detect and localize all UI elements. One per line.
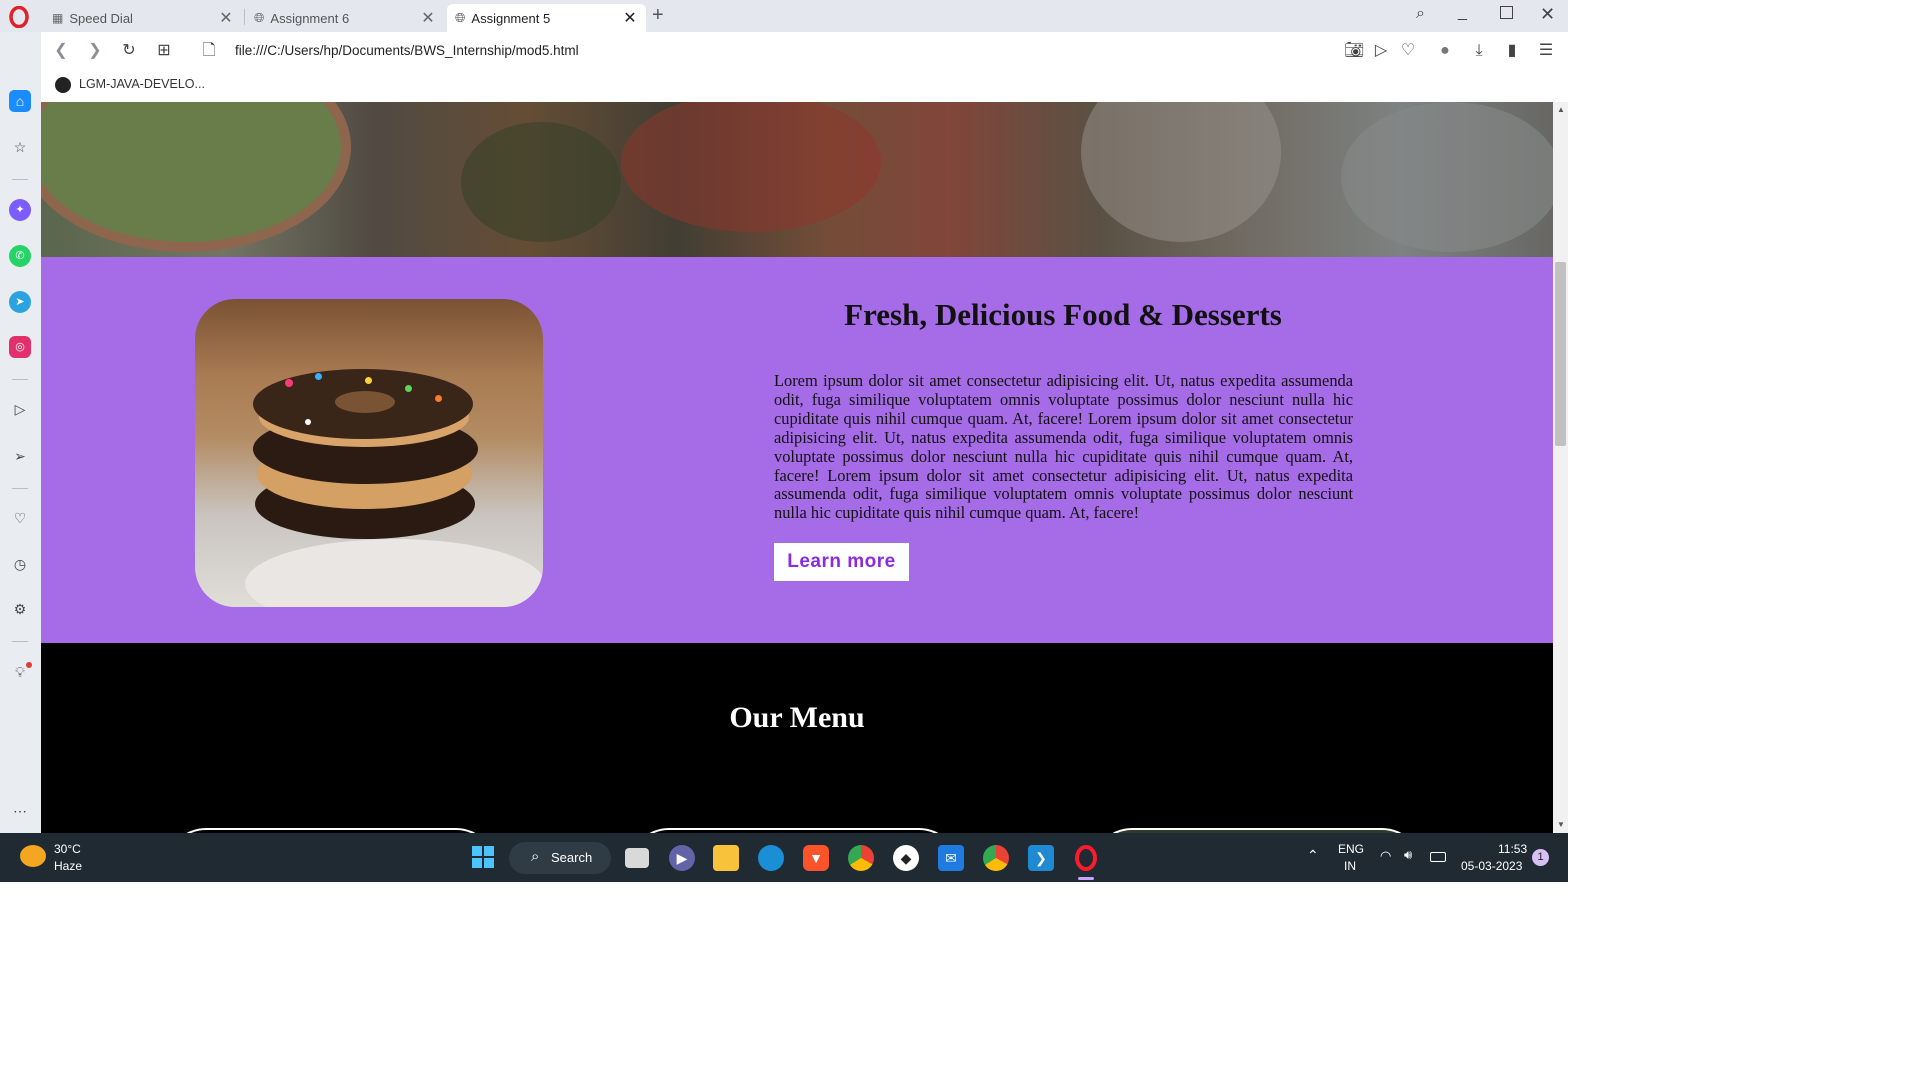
taskbar-search[interactable]: ⌕ Search bbox=[509, 842, 611, 874]
menu-section: Our Menu bbox=[41, 643, 1553, 833]
edge-icon[interactable] bbox=[758, 845, 784, 871]
battery-icon[interactable] bbox=[1430, 852, 1446, 862]
menu-title: Our Menu bbox=[729, 701, 865, 734]
instagram-icon[interactable]: ◎ bbox=[9, 336, 31, 358]
sidebar-divider bbox=[12, 641, 28, 642]
more-icon[interactable]: ⋯ bbox=[9, 800, 31, 822]
globe-icon: 🌐︎ bbox=[455, 10, 466, 25]
clock-date[interactable]: 05-03-2023 bbox=[1461, 859, 1522, 873]
bookmark-item[interactable]: LGM-JAVA-DEVELO... bbox=[79, 77, 205, 91]
forward-icon[interactable]: ❯ bbox=[85, 41, 105, 61]
opera-sidebar: ⌂ ☆ ✦ ✆ ➤ ◎ ▷ ➢ ♡ ◷ ⚙ 💡︎ ⋯ bbox=[0, 32, 41, 833]
tab-speed-dial[interactable]: ▦ Speed Dial ✕ bbox=[44, 4, 242, 32]
globe-icon: 🌐︎ bbox=[254, 10, 265, 25]
wifi-icon[interactable]: ◠ bbox=[1380, 848, 1391, 864]
settings-icon[interactable]: ⚙ bbox=[9, 598, 31, 620]
learn-more-button[interactable]: Learn more bbox=[774, 543, 909, 581]
close-icon[interactable]: ✕ bbox=[420, 8, 436, 28]
home-icon[interactable]: ⌂ bbox=[9, 90, 31, 112]
chrome-icon[interactable] bbox=[983, 845, 1009, 871]
weather-desc[interactable]: Haze bbox=[54, 859, 82, 873]
tab-label: Assignment 5 bbox=[471, 10, 551, 26]
section-heading: Fresh, Delicious Food & Desserts bbox=[844, 297, 1282, 332]
new-tab-button[interactable]: + bbox=[652, 4, 664, 27]
clock-time[interactable]: 11:53 bbox=[1498, 842, 1527, 856]
weather-temp[interactable]: 30°C bbox=[54, 842, 81, 856]
mail-icon[interactable]: ✉ bbox=[938, 845, 964, 871]
tab-assignment-5[interactable]: 🌐︎ Assignment 5 ✕ bbox=[447, 4, 646, 32]
scrollbar-thumb[interactable] bbox=[1555, 262, 1566, 446]
notification-badge[interactable]: 1 bbox=[1532, 849, 1549, 866]
language-bottom[interactable]: IN bbox=[1344, 859, 1356, 873]
bookmark-heart-icon[interactable]: ♡ bbox=[1398, 41, 1418, 61]
file-explorer-icon[interactable] bbox=[713, 845, 739, 871]
github-desktop-icon[interactable]: ◆ bbox=[893, 845, 919, 871]
player-icon[interactable]: ▷ bbox=[9, 398, 31, 420]
github-icon bbox=[55, 77, 71, 93]
tab-divider bbox=[244, 9, 245, 25]
opera-logo-icon[interactable] bbox=[8, 5, 30, 29]
windows-taskbar: 30°C Haze ⌕ Search ▶ ▼ ◆ ✉ ❯ ⌃ ENG IN ◠ … bbox=[0, 833, 1568, 882]
scrollbar[interactable]: ▲ ▼ bbox=[1553, 102, 1568, 833]
bookmarks-bar: LGM-JAVA-DEVELO... bbox=[41, 70, 1568, 102]
history-icon[interactable]: ◷ bbox=[9, 553, 31, 575]
sidebar-divider bbox=[12, 488, 28, 489]
download-icon[interactable]: ⤓ bbox=[1469, 41, 1489, 61]
telegram-icon[interactable]: ➤ bbox=[9, 291, 31, 313]
sidebar-divider bbox=[12, 179, 28, 180]
hero-food-image bbox=[41, 102, 1553, 257]
windows-start-icon[interactable] bbox=[470, 845, 496, 871]
close-icon[interactable]: ✕ bbox=[218, 8, 234, 28]
close-icon[interactable]: ✕ bbox=[622, 8, 638, 28]
page-info-icon[interactable]: 🗋︎ bbox=[199, 41, 219, 61]
donuts-image bbox=[195, 299, 543, 607]
notification-dot bbox=[26, 662, 32, 668]
address-bar: ❮ ❯ ↻ ⊞ 🗋︎ file:///C:/Users/hp/Documents… bbox=[41, 32, 1568, 70]
tab-bar: ▦ Speed Dial ✕ 🌐︎ Assignment 6 ✕ 🌐︎ Assi… bbox=[0, 0, 1568, 32]
section-paragraph: Lorem ipsum dolor sit amet consectetur a… bbox=[774, 371, 1353, 523]
back-icon[interactable]: ❮ bbox=[51, 41, 71, 61]
profile-icon[interactable]: ● bbox=[1435, 41, 1455, 61]
brave-icon[interactable]: ▼ bbox=[803, 845, 829, 871]
restore-icon[interactable] bbox=[1500, 6, 1513, 19]
teams-chat-icon[interactable]: ▶ bbox=[669, 845, 695, 871]
search-tabs-icon[interactable]: ⌕ bbox=[1416, 5, 1425, 23]
star-icon[interactable]: ☆ bbox=[9, 136, 31, 158]
tabs-grid-icon[interactable]: ⊞ bbox=[154, 41, 174, 61]
volume-icon[interactable]: 🔊︎ bbox=[1404, 847, 1412, 863]
language-top[interactable]: ENG bbox=[1338, 842, 1364, 856]
tab-label: Speed Dial bbox=[69, 10, 133, 26]
vscode-icon[interactable]: ❯ bbox=[1028, 845, 1054, 871]
scroll-up-icon[interactable]: ▲ bbox=[1557, 105, 1565, 114]
messenger-icon[interactable]: ✦ bbox=[9, 199, 31, 221]
about-section: Fresh, Delicious Food & Desserts Lorem i… bbox=[41, 257, 1553, 643]
search-icon: ⌕ bbox=[531, 848, 540, 865]
tab-assignment-6[interactable]: 🌐︎ Assignment 6 ✕ bbox=[246, 4, 444, 32]
close-window-icon[interactable]: ✕ bbox=[1540, 4, 1555, 25]
chevron-up-icon[interactable]: ⌃ bbox=[1307, 847, 1319, 864]
snapshot-icon[interactable]: 📷︎ bbox=[1344, 41, 1364, 61]
tab-label: Assignment 6 bbox=[270, 10, 350, 26]
minimize-icon[interactable]: _ bbox=[1458, 4, 1467, 22]
whatsapp-icon[interactable]: ✆ bbox=[9, 245, 31, 267]
task-view-icon[interactable] bbox=[625, 848, 649, 868]
opera-icon[interactable] bbox=[1073, 845, 1099, 871]
search-label: Search bbox=[551, 850, 593, 865]
share-icon[interactable]: ▷ bbox=[1371, 41, 1391, 61]
send-icon[interactable]: ➢ bbox=[9, 445, 31, 467]
url-field[interactable]: file:///C:/Users/hp/Documents/BWS_Intern… bbox=[235, 43, 579, 58]
active-app-indicator bbox=[1078, 877, 1094, 880]
easy-setup-icon[interactable]: ☰ bbox=[1536, 41, 1556, 61]
scroll-down-icon[interactable]: ▼ bbox=[1557, 820, 1565, 829]
reload-icon[interactable]: ↻ bbox=[119, 41, 139, 61]
weather-icon[interactable] bbox=[20, 845, 46, 867]
chrome-icon[interactable] bbox=[848, 845, 874, 871]
web-page: Fresh, Delicious Food & Desserts Lorem i… bbox=[41, 102, 1553, 833]
sidebar-divider bbox=[12, 379, 28, 380]
heart-icon[interactable]: ♡ bbox=[9, 507, 31, 529]
speed-dial-icon: ▦ bbox=[52, 11, 64, 25]
battery-saver-icon[interactable]: ▮ bbox=[1502, 41, 1522, 61]
